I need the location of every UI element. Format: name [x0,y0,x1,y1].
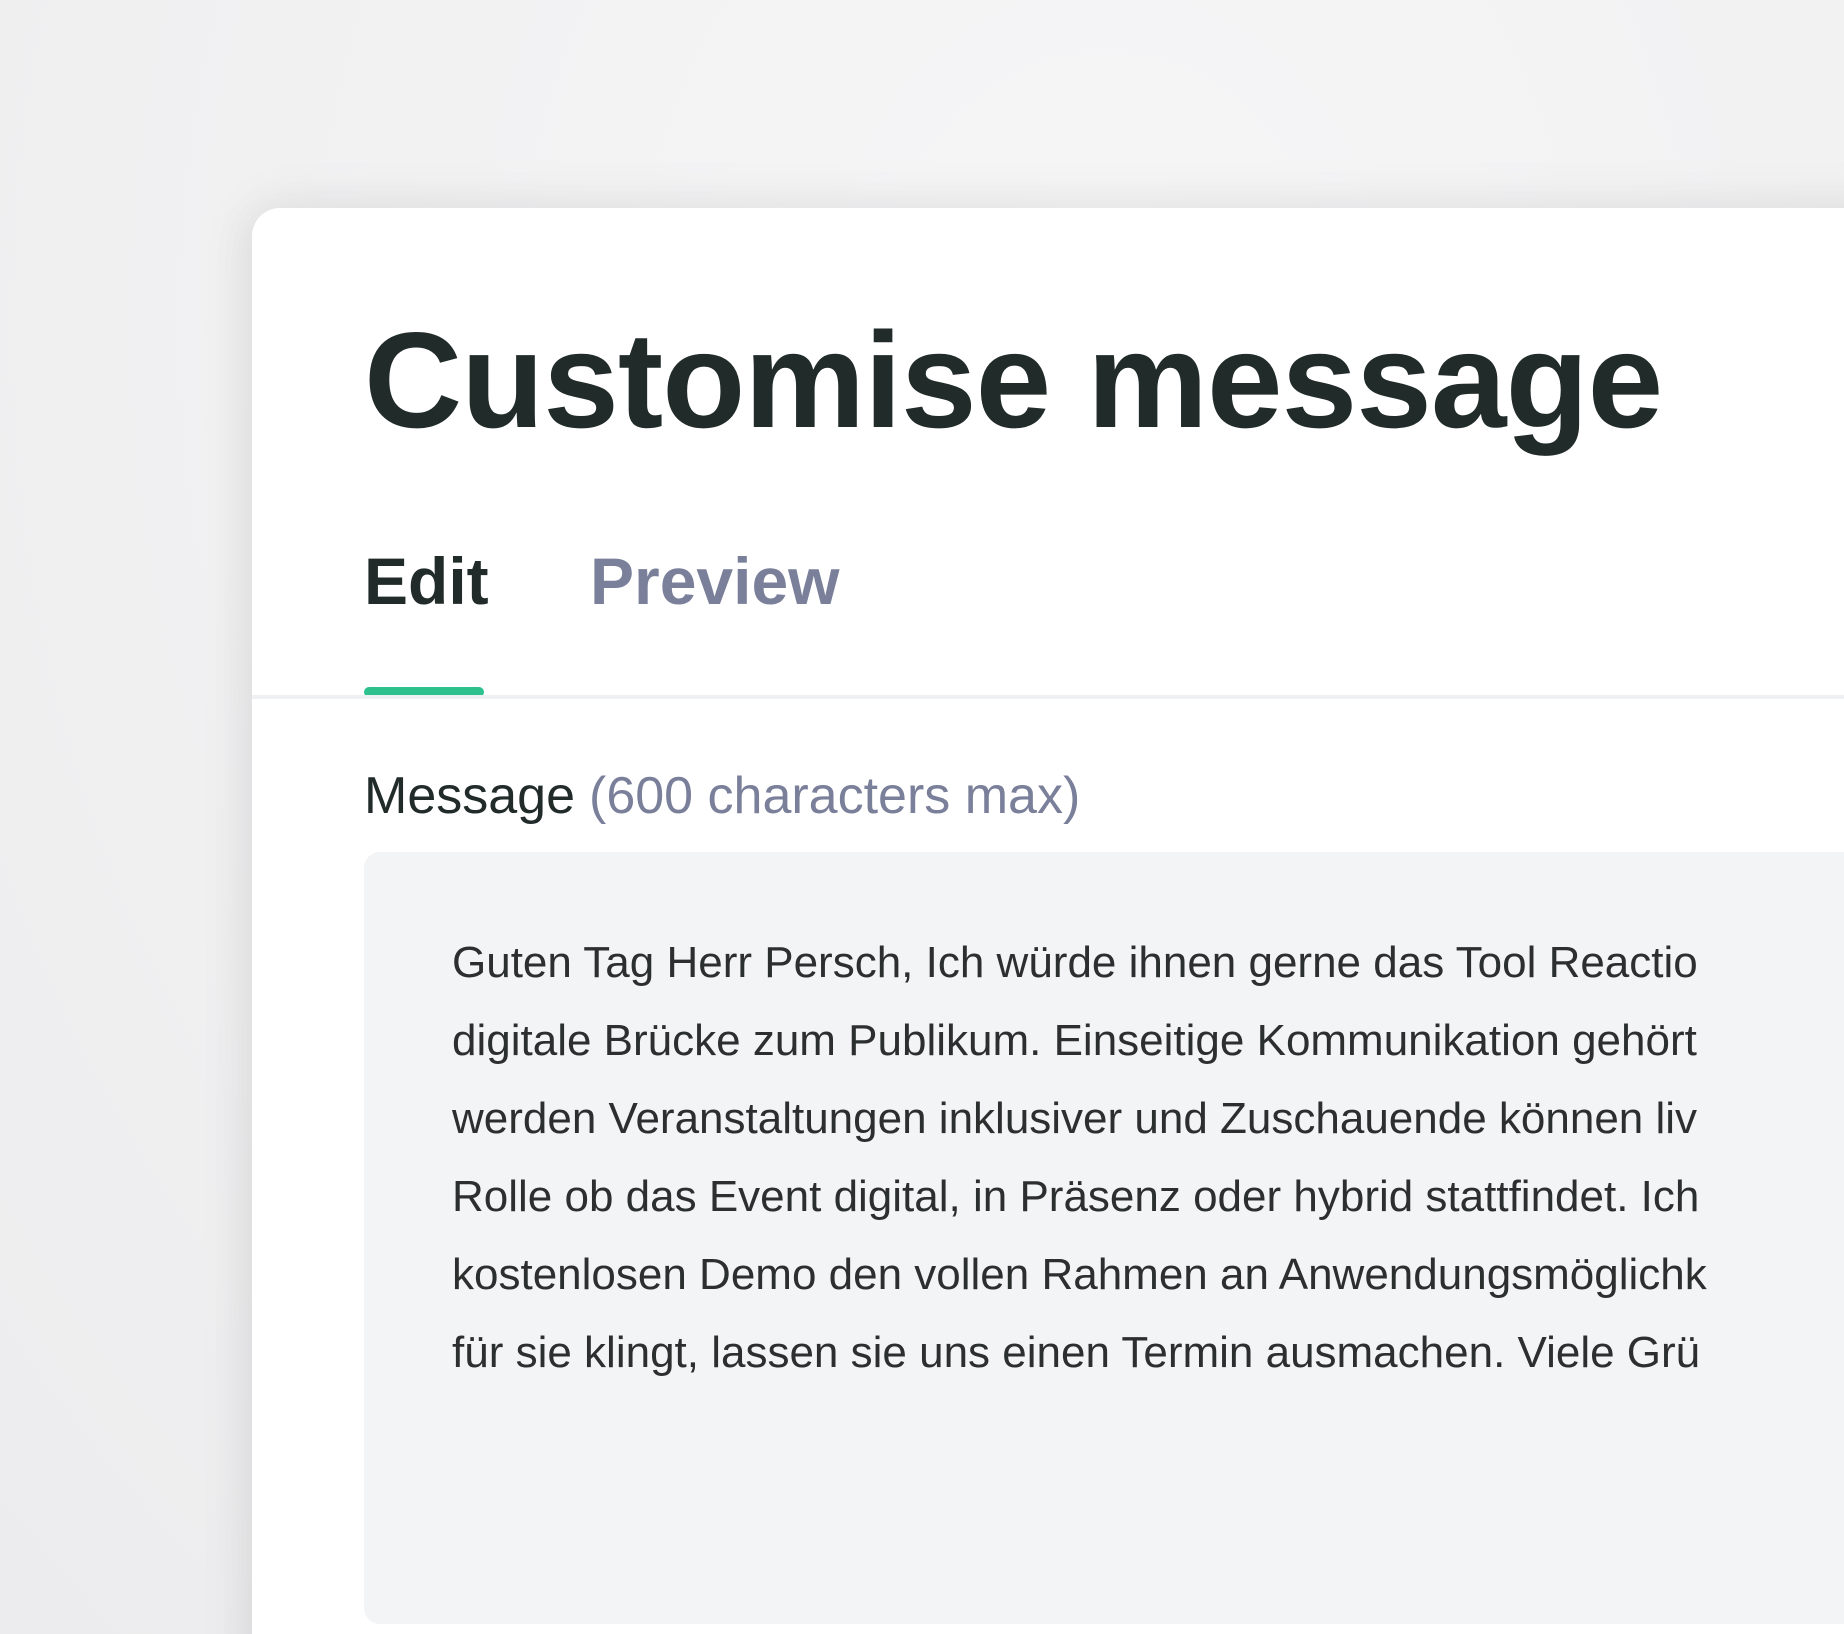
message-line: Guten Tag Herr Persch, Ich würde ihnen g… [452,938,1698,987]
message-line: Rolle ob das Event digital, in Präsenz o… [452,1172,1700,1221]
message-line: werden Veranstaltungen inklusiver und Zu… [452,1094,1698,1143]
message-field-label: Message (600 characters max) [364,770,1080,822]
message-line: digitale Brücke zum Publikum. Einseitige… [452,1016,1697,1065]
message-text: Guten Tag Herr Persch, Ich würde ihnen g… [452,924,1844,1392]
message-line: für sie klingt, lassen sie uns einen Ter… [452,1328,1701,1377]
tab-edit[interactable]: Edit [364,548,489,614]
page-background: Customise message Edit Preview Message (6… [0,0,1844,1634]
customise-message-modal: Customise message Edit Preview Message (6… [252,208,1844,1634]
message-textarea[interactable]: Guten Tag Herr Persch, Ich würde ihnen g… [364,852,1844,1624]
modal-title: Customise message [364,304,1663,456]
message-character-limit-hint: (600 characters max) [589,767,1081,825]
message-label: Message [364,767,575,825]
tabs-divider [252,695,1844,699]
tab-preview[interactable]: Preview [590,548,840,614]
message-line: kostenlosen Demo den vollen Rahmen an An… [452,1250,1707,1299]
tab-bar: Edit Preview [252,548,1844,648]
